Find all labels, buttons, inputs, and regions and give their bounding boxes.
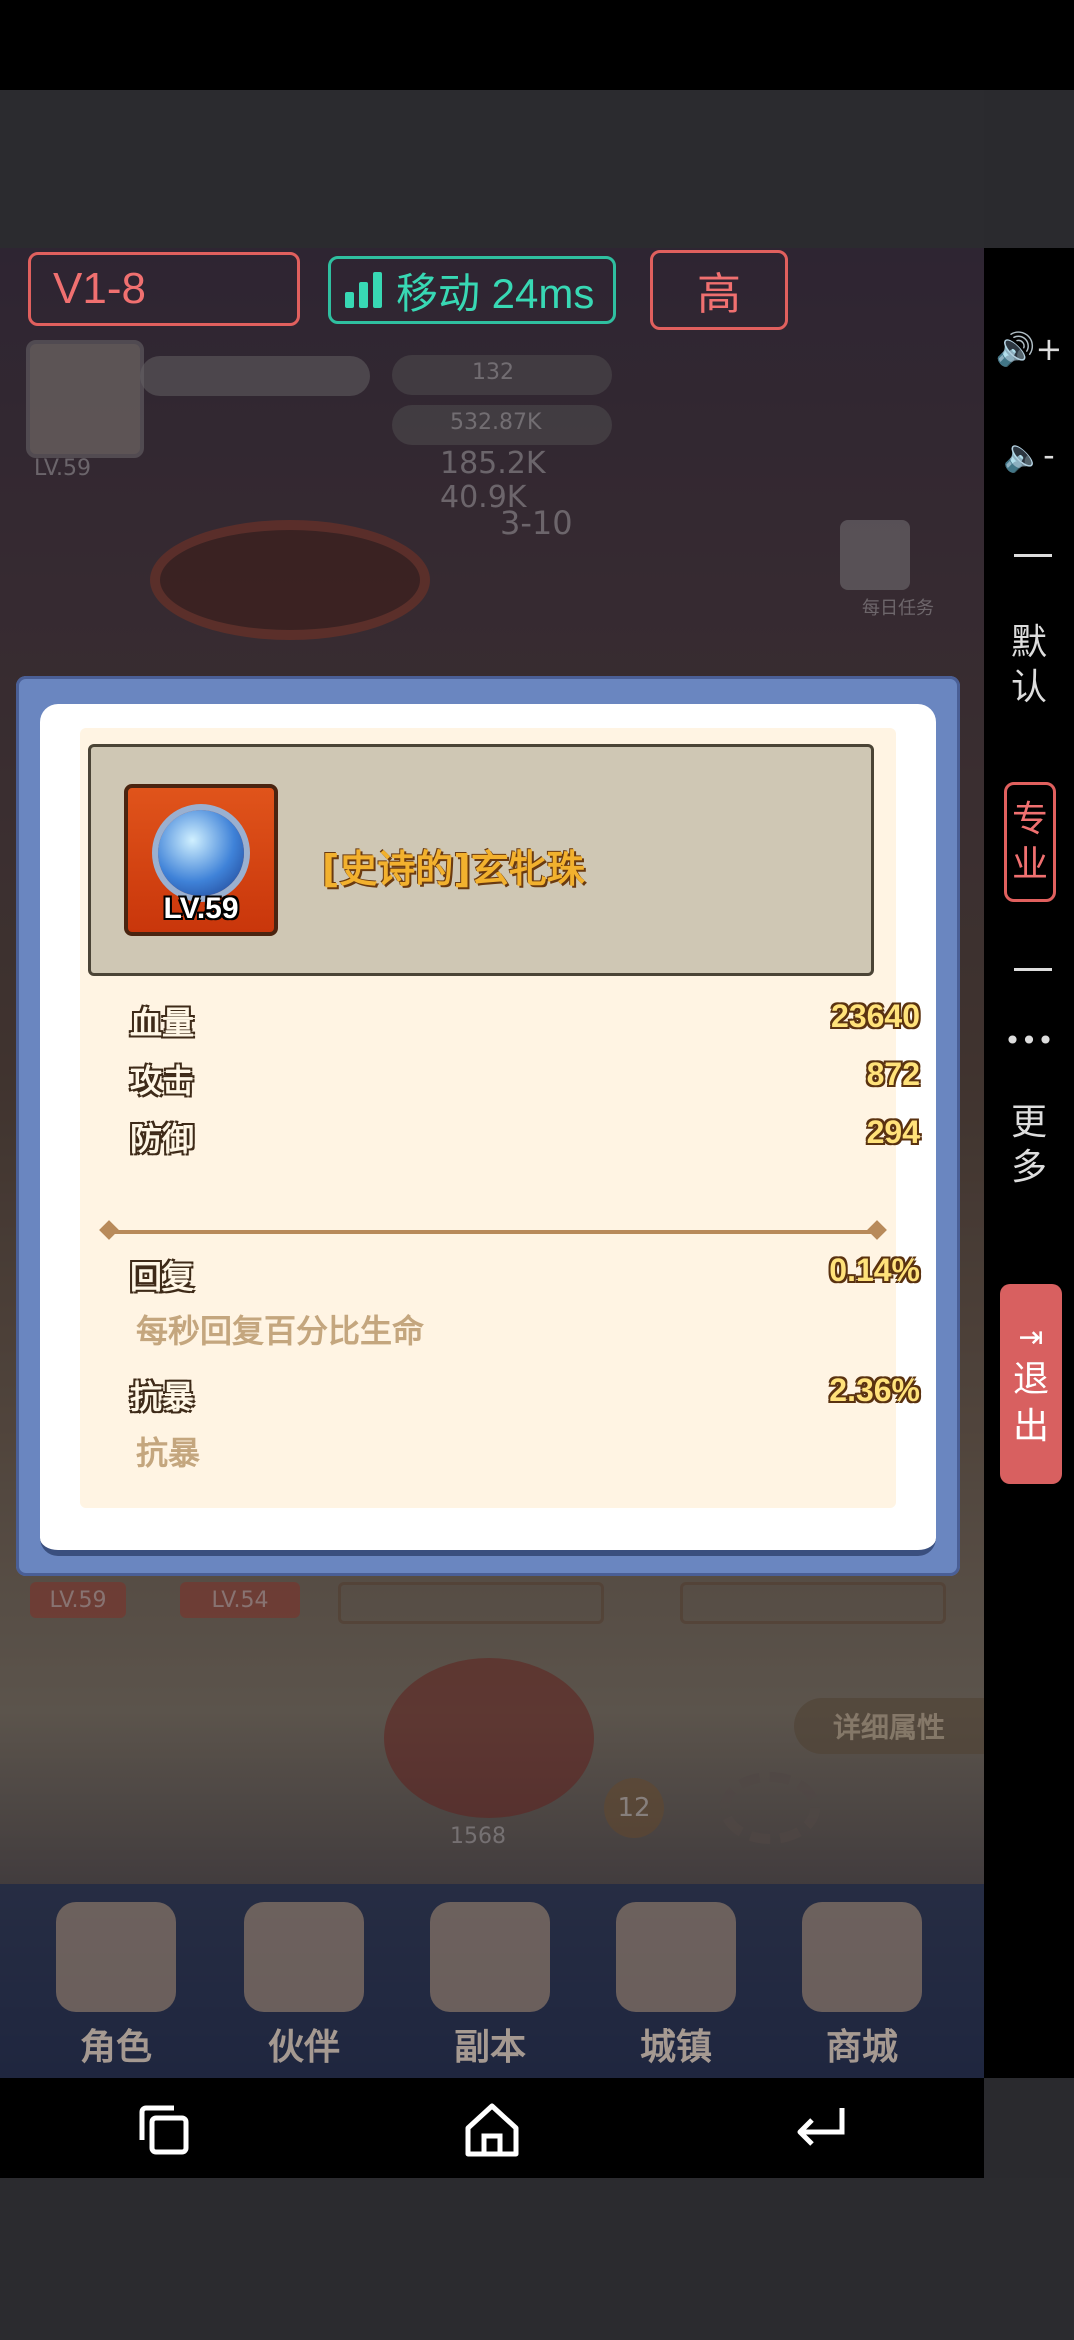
more-button[interactable]: 更 多	[984, 1100, 1074, 1190]
item-level: LV.59	[163, 892, 239, 925]
stat-desc-regen: 每秒回复百分比生命	[136, 1312, 425, 1350]
top-gray-band	[0, 90, 984, 248]
tab-role-label: 角色	[79, 2027, 152, 2068]
role-icon	[56, 1902, 176, 2012]
tab-role[interactable]: 角色	[36, 1900, 196, 2070]
exit-button[interactable]: ⇥ 退 出	[1000, 1284, 1062, 1484]
town-icon	[616, 1902, 736, 2012]
top-black-bar	[0, 0, 1074, 90]
quality-label: 高	[697, 270, 741, 319]
volume-down-icon[interactable]: 🔈-	[984, 436, 1074, 474]
network-label: 移动 24ms	[396, 269, 595, 317]
volume-up-icon[interactable]: 🔊+	[984, 330, 1074, 368]
tab-town-label: 城镇	[639, 2027, 712, 2068]
item-icon: LV.59	[124, 784, 278, 936]
partner-icon	[244, 1902, 364, 2012]
exit-char-2: 出	[1012, 1405, 1049, 1447]
exit-char-1: 退	[1012, 1358, 1049, 1400]
shop-icon	[802, 1902, 922, 2012]
side-divider-1	[1014, 554, 1052, 557]
pro-char-1: 专	[1011, 799, 1048, 840]
tab-partner[interactable]: 伙伴	[224, 1900, 384, 2070]
default-char-1: 默	[1010, 622, 1047, 663]
stat-desc-anticrit: 抗暴	[136, 1434, 201, 1472]
bottom-gray-band	[0, 2178, 1074, 2340]
pro-mode-button[interactable]: 专 业	[1004, 782, 1056, 902]
tab-dungeon-label: 副本	[453, 2027, 526, 2068]
default-mode-button[interactable]: 默 认	[984, 620, 1074, 710]
version-label: V1-8	[53, 264, 146, 313]
quality-badge[interactable]: 高	[650, 250, 788, 330]
tab-partner-label: 伙伴	[267, 2027, 340, 2068]
version-badge[interactable]: V1-8	[28, 252, 300, 326]
orb-gem-icon	[158, 810, 244, 896]
stats-divider	[106, 1230, 880, 1234]
more-char-2: 多	[1010, 1147, 1047, 1188]
more-dots-icon[interactable]: •••	[984, 1024, 1074, 1057]
tab-town[interactable]: 城镇	[596, 1900, 756, 2070]
exit-icon: ⇥	[1018, 1319, 1044, 1355]
stat-label-anticrit: 抗暴	[130, 1378, 195, 1416]
pro-char-2: 业	[1011, 844, 1048, 885]
stat-value-regen: 0.14%	[829, 1252, 920, 1288]
signal-icon	[345, 272, 382, 308]
default-char-2: 认	[1010, 667, 1047, 708]
tab-shop[interactable]: 商城	[782, 1900, 942, 2070]
back-icon[interactable]	[790, 2100, 850, 2160]
stat-label-attack: 攻击	[130, 1062, 195, 1100]
network-badge[interactable]: 移动 24ms	[328, 256, 616, 324]
stat-value-attack: 872	[866, 1056, 920, 1092]
more-char-1: 更	[1010, 1102, 1047, 1143]
stat-value-anticrit: 2.36%	[829, 1372, 920, 1408]
stat-value-defense: 294	[866, 1114, 920, 1150]
stat-value-hp: 23640	[831, 998, 920, 1034]
tab-dungeon[interactable]: 副本	[410, 1900, 570, 2070]
stat-label-hp: 血量	[130, 1004, 195, 1042]
stat-label-regen: 回复	[130, 1258, 195, 1296]
tab-shop-label: 商城	[825, 2027, 898, 2068]
stat-label-defense: 防御	[130, 1120, 195, 1158]
home-icon[interactable]	[462, 2100, 522, 2160]
side-divider-2	[1014, 968, 1052, 971]
recents-icon[interactable]	[134, 2100, 194, 2160]
dungeon-icon	[430, 1902, 550, 2012]
item-name: [史诗的]玄牝珠	[322, 847, 585, 891]
